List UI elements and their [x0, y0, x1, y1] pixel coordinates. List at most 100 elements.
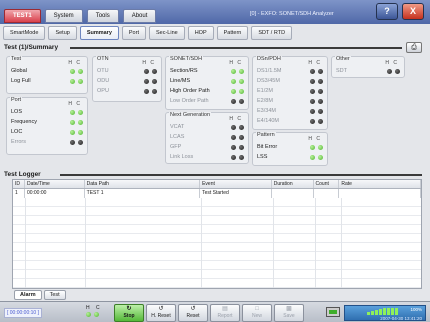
reset-label: Reset: [186, 313, 200, 319]
tab-about[interactable]: About: [122, 9, 157, 23]
tab-sec-line[interactable]: Sec-Line: [148, 26, 185, 40]
table-row[interactable]: 1 00:00:00 TEST 1 Test Started: [13, 189, 421, 198]
status-h-label: H: [86, 305, 90, 311]
status-leds: [86, 312, 99, 317]
help-button[interactable]: ?: [376, 3, 398, 20]
status-leds: [310, 108, 323, 114]
tab-alarm[interactable]: Alarm: [14, 290, 42, 300]
test-logger-table[interactable]: ID Date/Time Data Path Event Duration Co…: [12, 179, 422, 289]
report-icon: ▤: [222, 306, 228, 312]
status-row-label: E3/34M: [257, 108, 276, 114]
status-row-label: OPU: [97, 88, 109, 94]
save-button[interactable]: ▩ Save: [274, 304, 304, 322]
status-leds: [387, 68, 400, 74]
status-leds: [231, 124, 244, 130]
port-panel-title: Port: [10, 97, 23, 103]
status-row: Link Loss: [170, 152, 244, 162]
status-row-label: Log Full: [11, 78, 31, 84]
status-led-c-icon: [318, 78, 323, 84]
status-row: Section/RS: [170, 66, 244, 76]
status-led-c: [94, 312, 99, 317]
status-led-h-icon: [144, 78, 149, 84]
status-led-c-icon: [152, 78, 157, 84]
status-leds: [70, 78, 83, 84]
status-row-label: Link Loss: [170, 154, 194, 160]
tab-port[interactable]: Port: [121, 26, 146, 40]
nextgen-panel: Next Generation H C VCAT LCAS GFP Link Loss: [165, 112, 249, 164]
status-led-h-icon: [144, 68, 149, 74]
status-row-label: Global: [11, 68, 27, 74]
report-button[interactable]: ▤ Report: [210, 304, 240, 322]
col-id[interactable]: ID: [13, 180, 25, 188]
tab-tools[interactable]: Tools: [86, 9, 119, 23]
col-duration[interactable]: Duration: [272, 180, 314, 188]
status-led-h-icon: [310, 88, 315, 94]
status-led-c-icon: [239, 154, 244, 160]
tab-setup[interactable]: Setup: [48, 26, 77, 40]
col-count[interactable]: Count: [314, 180, 340, 188]
cell-rate: [339, 189, 421, 198]
logger-divider: [60, 174, 422, 176]
tab-summary[interactable]: Summary: [79, 26, 119, 40]
tab-system[interactable]: System: [44, 9, 83, 23]
status-led-h-icon: [310, 144, 315, 150]
tab-sdt-rtd[interactable]: SDT / RTD: [251, 26, 293, 40]
status-row: Log Full: [11, 76, 83, 86]
tab-pattern[interactable]: Pattern: [216, 26, 249, 40]
status-led-c-icon: [318, 68, 323, 74]
status-row: LOS: [11, 107, 83, 117]
col-datetime[interactable]: Date/Time: [25, 180, 85, 188]
status-leds: [70, 139, 83, 145]
stop-button[interactable]: ↻ Stop: [114, 304, 144, 322]
dsn-panel-title: DSn/PDH: [256, 56, 282, 62]
status-row-label: Line/MS: [170, 78, 191, 84]
close-button[interactable]: X: [402, 3, 424, 20]
col-rate[interactable]: Rate: [339, 180, 421, 188]
print-icon[interactable]: ⎙: [406, 42, 422, 53]
status-led-h-icon: [310, 108, 315, 114]
status-row-label: E4/140M: [257, 118, 280, 124]
status-row: OTU: [97, 66, 157, 76]
status-row: Line/MS: [170, 76, 244, 86]
status-led-c-icon: [318, 108, 323, 114]
status-row-label: Frequency: [11, 119, 37, 125]
signal-bars-icon: [367, 308, 398, 315]
status-leds: [231, 98, 244, 104]
status-led-c-icon: [78, 139, 83, 145]
status-row: ODU: [97, 76, 157, 86]
top-tabs: TEST1 System Tools About: [4, 9, 157, 23]
status-led-h-icon: [70, 129, 75, 135]
history-reset-button[interactable]: ↺ H. Reset: [146, 304, 176, 322]
status-row-label: LOC: [11, 129, 23, 135]
status-row-label: Bit Error: [257, 144, 278, 150]
new-icon: □: [255, 306, 259, 312]
tab-test[interactable]: Test: [43, 290, 66, 300]
status-leds: [231, 88, 244, 94]
status-row: Errors: [11, 137, 83, 147]
status-led-c-icon: [78, 109, 83, 115]
analyzer-screen: TEST1 System Tools About [0] - EXFO: SON…: [0, 0, 430, 322]
status-leds: [310, 144, 323, 150]
status-row-label: LOS: [11, 109, 23, 115]
status-led-c-icon: [318, 154, 323, 160]
col-data-path[interactable]: Data Path: [85, 180, 201, 188]
tab-smartmode[interactable]: SmartMode: [3, 26, 46, 40]
status-row-label: DS3/45M: [257, 78, 280, 84]
status-led-c-icon: [318, 88, 323, 94]
status-leds: [231, 134, 244, 140]
reset-button[interactable]: ↺ Reset: [178, 304, 208, 322]
status-led-c-icon: [395, 68, 400, 74]
status-row-label: GFP: [170, 144, 182, 150]
tab-test1[interactable]: TEST1: [4, 9, 41, 23]
tab-hop[interactable]: HOP: [187, 26, 214, 40]
status-led-h-icon: [231, 68, 236, 74]
elapsed-time: [ 00:00:00:10 ]: [4, 308, 42, 318]
other-panel-title: Other: [335, 56, 351, 62]
status-led-c-icon: [239, 134, 244, 140]
status-row-label: E2/8M: [257, 98, 273, 104]
status-led-c-icon: [78, 68, 83, 74]
status-row-label: E1/2M: [257, 88, 273, 94]
status-led-h-icon: [310, 154, 315, 160]
col-event[interactable]: Event: [200, 180, 272, 188]
new-button[interactable]: □ New: [242, 304, 272, 322]
